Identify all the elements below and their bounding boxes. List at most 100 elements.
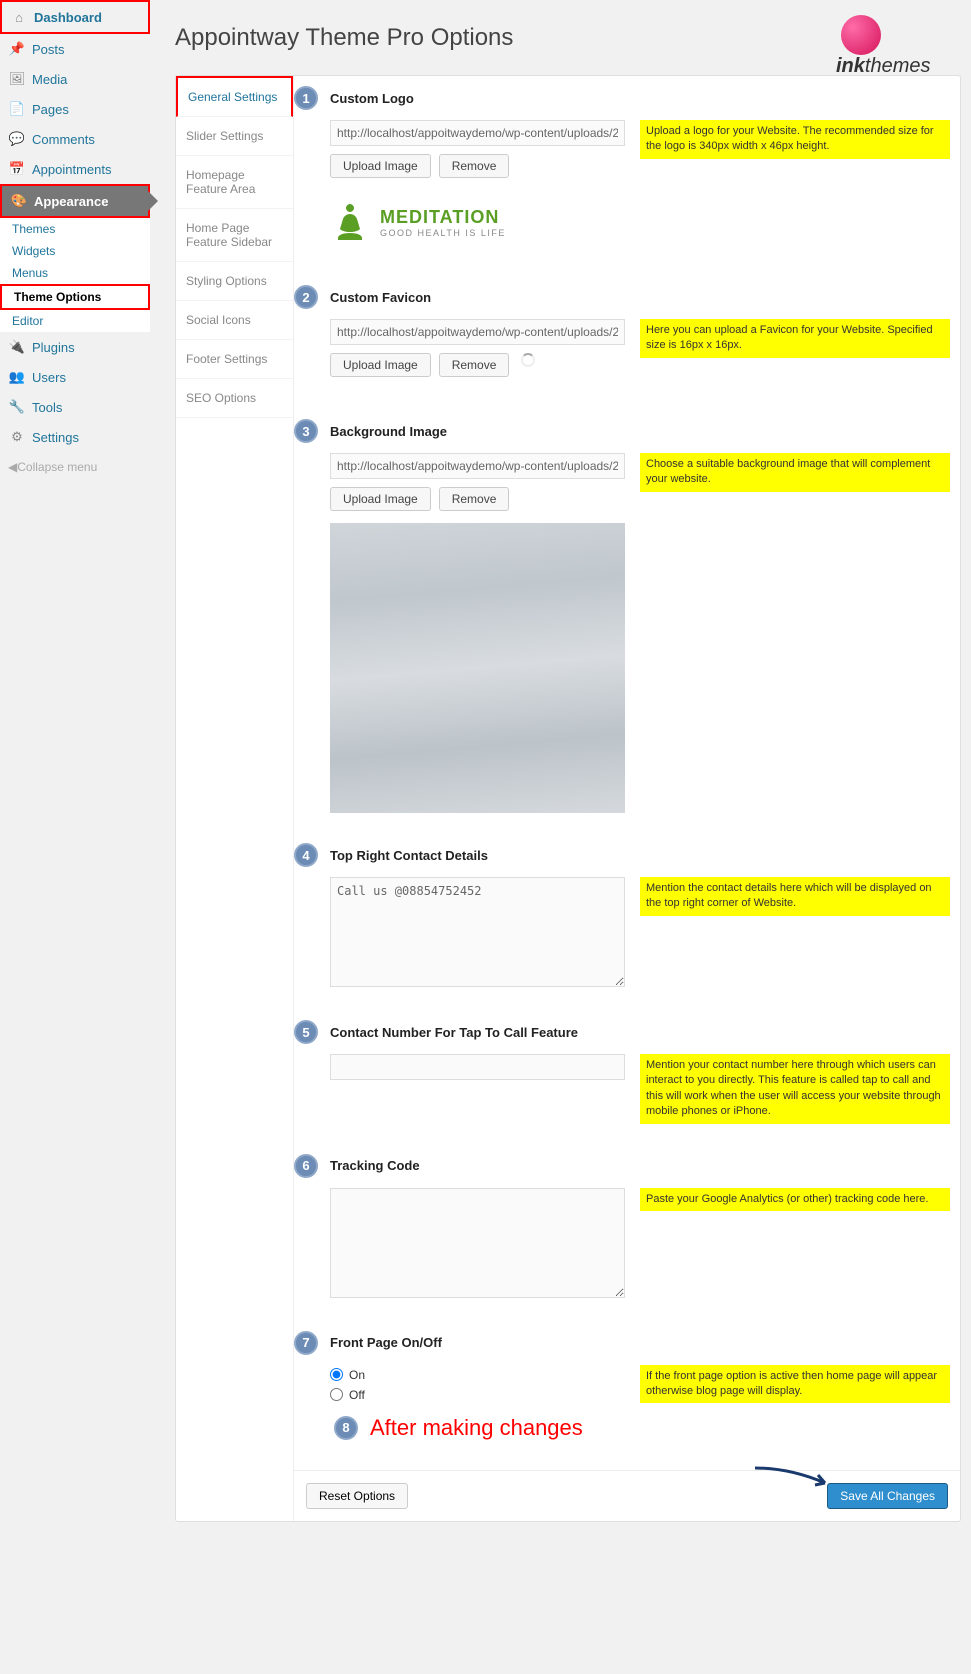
sidebar-item-comments[interactable]: 💬 Comments xyxy=(0,124,150,154)
contact-details-textarea[interactable] xyxy=(330,877,625,987)
collapse-icon: ◀ xyxy=(8,460,17,474)
sidebar-label: Media xyxy=(32,72,67,87)
logo-text-main: MEDITATION xyxy=(380,207,506,228)
help-text: If the front page option is active then … xyxy=(640,1365,950,1404)
brand-logo: inkthemes xyxy=(841,15,961,60)
calendar-icon: 📅 xyxy=(8,160,26,178)
section-title: Custom Favicon xyxy=(330,290,431,305)
tab-homepage-sidebar[interactable]: Home Page Feature Sidebar xyxy=(176,209,293,262)
step-number: 5 xyxy=(294,1020,318,1044)
home-icon: ⌂ xyxy=(10,8,28,26)
sidebar-item-settings[interactable]: ⚙ Settings xyxy=(0,422,150,452)
step-number: 2 xyxy=(294,285,318,309)
page-header: Appointway Theme Pro Options inkthemes xyxy=(175,15,961,60)
section-title: Front Page On/Off xyxy=(330,1335,442,1350)
meditation-icon xyxy=(330,200,370,245)
tab-homepage-feature[interactable]: Homepage Feature Area xyxy=(176,156,293,209)
upload-image-button[interactable]: Upload Image xyxy=(330,487,431,511)
users-icon: 👥 xyxy=(8,368,26,386)
help-text: Mention your contact number here through… xyxy=(640,1054,950,1124)
sidebar-subitem-menus[interactable]: Menus xyxy=(0,262,150,284)
annotation-text: After making changes xyxy=(370,1415,583,1441)
tab-seo-options[interactable]: SEO Options xyxy=(176,379,293,418)
annotation-number: 8 xyxy=(334,1416,358,1440)
logo-url-input[interactable] xyxy=(330,120,625,146)
section-title: Contact Number For Tap To Call Feature xyxy=(330,1025,578,1040)
annotation: 8 After making changes xyxy=(334,1415,960,1441)
section-tracking-code: 6 Tracking Code Paste your Google Analyt… xyxy=(294,1144,960,1321)
front-page-off-radio[interactable] xyxy=(330,1388,343,1401)
main-content: Appointway Theme Pro Options inkthemes G… xyxy=(150,0,971,1542)
section-custom-favicon: 2 Custom Favicon Upload Image Remove xyxy=(294,275,960,409)
section-tap-to-call: 5 Contact Number For Tap To Call Feature… xyxy=(294,1010,960,1144)
sidebar-label: Dashboard xyxy=(34,10,102,25)
section-title: Tracking Code xyxy=(330,1158,420,1173)
sidebar-label: Settings xyxy=(32,430,79,445)
comment-icon: 💬 xyxy=(8,130,26,148)
tab-social-icons[interactable]: Social Icons xyxy=(176,301,293,340)
sidebar-label: Posts xyxy=(32,42,65,57)
favicon-url-input[interactable] xyxy=(330,319,625,345)
help-text: Mention the contact details here which w… xyxy=(640,877,950,916)
step-number: 3 xyxy=(294,419,318,443)
section-front-page: 7 Front Page On/Off On Off xyxy=(294,1321,960,1461)
sidebar-label: Appointments xyxy=(32,162,112,177)
sidebar-item-plugins[interactable]: 🔌 Plugins xyxy=(0,332,150,362)
settings-tabs: General Settings Slider Settings Homepag… xyxy=(176,76,294,1521)
appearance-icon: 🎨 xyxy=(10,192,28,210)
upload-image-button[interactable]: Upload Image xyxy=(330,154,431,178)
annotation-arrow xyxy=(750,1463,840,1496)
sidebar-subitem-widgets[interactable]: Widgets xyxy=(0,240,150,262)
save-all-changes-button[interactable]: Save All Changes xyxy=(827,1483,948,1509)
sidebar-subitem-theme-options[interactable]: Theme Options xyxy=(0,284,150,310)
sidebar-item-appointments[interactable]: 📅 Appointments xyxy=(0,154,150,184)
remove-button[interactable]: Remove xyxy=(439,487,510,511)
sidebar-item-media[interactable]: 🖼 Media xyxy=(0,64,150,94)
radio-label: Off xyxy=(349,1388,365,1402)
sidebar-item-pages[interactable]: 📄 Pages xyxy=(0,94,150,124)
remove-button[interactable]: Remove xyxy=(439,353,510,377)
sidebar-label: Comments xyxy=(32,132,95,147)
loading-spinner-icon xyxy=(521,353,535,367)
sidebar-item-dashboard[interactable]: ⌂ Dashboard xyxy=(0,0,150,34)
sidebar-item-users[interactable]: 👥 Users xyxy=(0,362,150,392)
help-text: Paste your Google Analytics (or other) t… xyxy=(640,1188,950,1211)
section-title: Top Right Contact Details xyxy=(330,848,488,863)
help-text: Choose a suitable background image that … xyxy=(640,453,950,492)
step-number: 4 xyxy=(294,843,318,867)
sidebar-label: Tools xyxy=(32,400,62,415)
help-text: Upload a logo for your Website. The reco… xyxy=(640,120,950,159)
logo-orb-icon xyxy=(841,15,881,55)
panel-footer: Reset Options Save All Changes xyxy=(294,1470,960,1521)
tracking-code-textarea[interactable] xyxy=(330,1188,625,1298)
sidebar-subitem-editor[interactable]: Editor xyxy=(0,310,150,332)
page-title: Appointway Theme Pro Options xyxy=(175,24,513,52)
help-text: Here you can upload a Favicon for your W… xyxy=(640,319,950,358)
sidebar-subitem-themes[interactable]: Themes xyxy=(0,218,150,240)
section-title: Custom Logo xyxy=(330,91,414,106)
tab-styling-options[interactable]: Styling Options xyxy=(176,262,293,301)
sidebar-item-tools[interactable]: 🔧 Tools xyxy=(0,392,150,422)
remove-button[interactable]: Remove xyxy=(439,154,510,178)
collapse-menu[interactable]: ◀ Collapse menu xyxy=(0,452,150,482)
sidebar-item-posts[interactable]: 📌 Posts xyxy=(0,34,150,64)
pin-icon: 📌 xyxy=(8,40,26,58)
section-title: Background Image xyxy=(330,424,447,439)
sidebar-label: Appearance xyxy=(34,194,108,209)
bg-url-input[interactable] xyxy=(330,453,625,479)
tap-to-call-input[interactable] xyxy=(330,1054,625,1080)
step-number: 7 xyxy=(294,1331,318,1355)
sidebar-item-appearance[interactable]: 🎨 Appearance xyxy=(0,184,150,218)
page-icon: 📄 xyxy=(8,100,26,118)
logo-text-sub: GOOD HEALTH IS LIFE xyxy=(380,228,506,238)
tab-slider-settings[interactable]: Slider Settings xyxy=(176,117,293,156)
sidebar-label: Users xyxy=(32,370,66,385)
upload-image-button[interactable]: Upload Image xyxy=(330,353,431,377)
front-page-on-radio[interactable] xyxy=(330,1368,343,1381)
plugin-icon: 🔌 xyxy=(8,338,26,356)
reset-options-button[interactable]: Reset Options xyxy=(306,1483,408,1509)
tab-general-settings[interactable]: General Settings xyxy=(176,76,293,117)
tab-footer-settings[interactable]: Footer Settings xyxy=(176,340,293,379)
section-contact-details: 4 Top Right Contact Details Mention the … xyxy=(294,833,960,1010)
logo-preview: MEDITATION GOOD HEALTH IS LIFE xyxy=(330,190,625,255)
